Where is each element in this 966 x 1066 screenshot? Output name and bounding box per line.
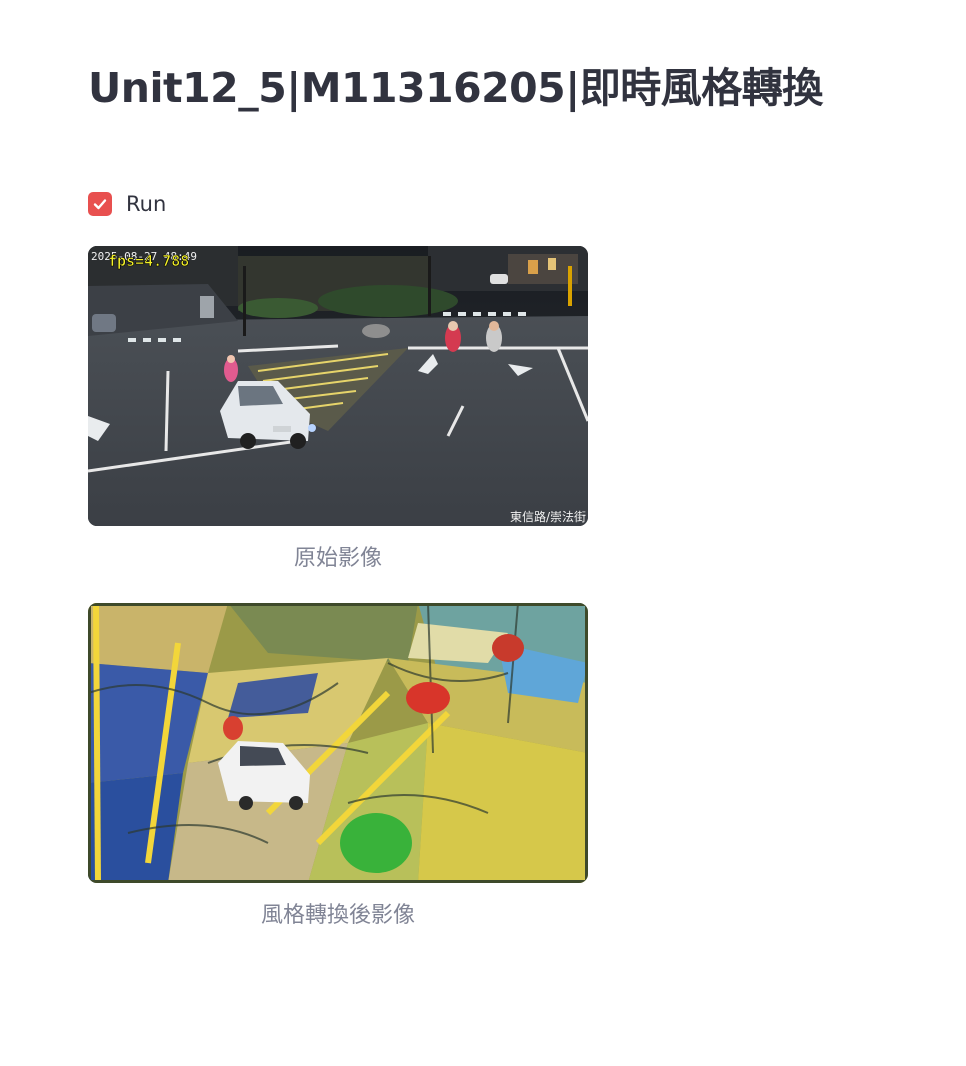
camera-location-label: 東信路/崇法街 [510,509,586,524]
original-camera-image: 2025-08-27 48:49 fps=4.788 東信路/崇法街 [88,246,588,526]
page-title: Unit12_5|M11316205|即時風格轉換 [88,64,823,112]
fps-overlay: fps=4.788 [108,252,189,270]
original-image-caption: 原始影像 [293,546,382,571]
checkbox-checked-icon[interactable] [88,192,112,216]
run-checkbox-label: Run [126,192,167,216]
styled-image [88,603,588,883]
run-checkbox[interactable]: Run [88,192,166,216]
app-page: Unit12_5|M11316205|即時風格轉換 Run 2025-08-27… [0,0,966,1066]
styled-image-caption: 風格轉換後影像 [260,903,415,928]
